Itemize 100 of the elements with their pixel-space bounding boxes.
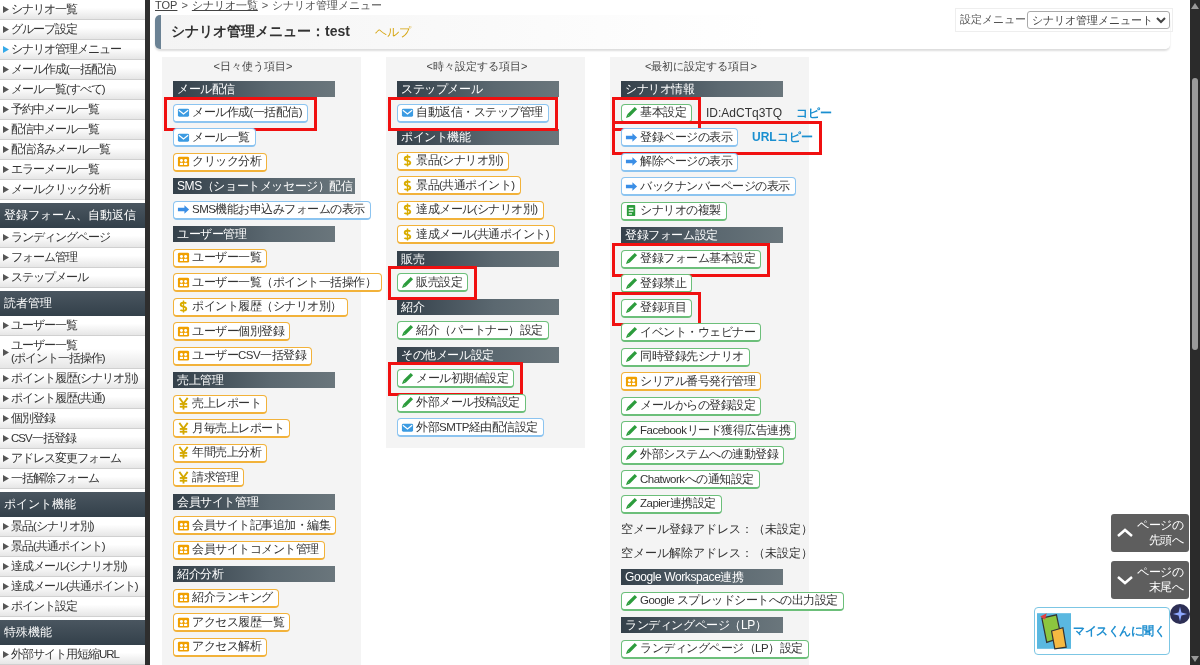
pencil-icon xyxy=(625,325,638,339)
scroll-up-icon[interactable] xyxy=(1191,3,1199,9)
menu-button[interactable]: Facebookリード獲得広告連携 xyxy=(621,421,796,440)
pencil-icon xyxy=(401,275,414,289)
menu-button[interactable]: Google スプレッドシートへの出力設定 xyxy=(621,591,844,611)
menu-button[interactable]: 年間売上分析 xyxy=(173,443,267,463)
sidebar-item[interactable]: 一括解除フォーム xyxy=(0,469,145,489)
menu-button[interactable]: 紹介（パートナー）設定 xyxy=(397,321,549,340)
sidebar-item[interactable]: 達成メール(共通ポイント) xyxy=(0,577,145,597)
sidebar-item[interactable]: ステップメール xyxy=(0,268,145,288)
menu-button[interactable]: 会員サイト記事追加・編集 xyxy=(173,516,336,535)
id-card-icon xyxy=(177,615,190,629)
sidebar-item[interactable]: 予約中メール一覧 xyxy=(0,100,145,120)
menu-button[interactable]: 売上レポート xyxy=(173,394,267,414)
menu-button[interactable]: ユーザーCSV一括登録 xyxy=(173,346,313,366)
menu-button[interactable]: 会員サイトコメント管理 xyxy=(173,540,325,560)
yen-icon xyxy=(177,446,190,459)
chat-button[interactable]: マイスくんに聞く xyxy=(1034,607,1170,655)
pencil-icon xyxy=(625,301,638,314)
menu-button[interactable]: メール初期値設定 xyxy=(397,369,514,388)
menu-button[interactable]: 自動返信・ステップ管理 xyxy=(397,103,549,123)
id-card-icon xyxy=(177,543,190,556)
sidebar-item[interactable]: ポイント履歴(シナリオ別) xyxy=(0,369,145,389)
id-card-icon xyxy=(177,251,190,264)
menu-button[interactable]: ユーザー一覧 xyxy=(173,248,267,268)
menu-button[interactable]: 達成メール(シナリオ別) xyxy=(397,200,544,220)
menu-button[interactable]: 登録項目 xyxy=(621,298,692,318)
breadcrumb-link[interactable]: シナリオ一覧 xyxy=(191,0,258,11)
sidebar-item[interactable]: 景品(共通ポイント) xyxy=(0,537,145,557)
sidebar-item[interactable]: ユーザー一覧 xyxy=(0,316,145,336)
sidebar-item[interactable]: CSV一括登録 xyxy=(0,429,145,449)
menu-button[interactable]: 景品(シナリオ別) xyxy=(397,151,510,171)
sidebar-item[interactable]: ポイント設定 xyxy=(0,597,145,617)
menu-button[interactable]: 達成メール(共通ポイント) xyxy=(397,225,556,244)
sidebar-item[interactable]: アドレス変更フォーム xyxy=(0,449,145,469)
sidebar-item[interactable]: ランディングページ xyxy=(0,228,145,248)
menu-button[interactable]: SMS機能お申込みフォームの表示 xyxy=(173,200,371,220)
menu-button[interactable]: メールからの登録設定 xyxy=(621,396,761,416)
menu-button[interactable]: 月毎売上レポート xyxy=(173,419,290,438)
sidebar-item[interactable]: フォーム管理 xyxy=(0,248,145,268)
sidebar-item[interactable]: グループ設定 xyxy=(0,20,145,40)
scrollbar[interactable] xyxy=(1190,0,1200,665)
menu-button[interactable]: 販売設定 xyxy=(397,273,468,292)
sidebar-item[interactable]: メール一覧(すべて) xyxy=(0,80,145,100)
sidebar-item[interactable]: メール作成(一括配信) xyxy=(0,60,145,80)
menu-button[interactable]: 外部メール投稿設定 xyxy=(397,393,526,413)
menu-button[interactable]: 外部SMTP経由配信設定 xyxy=(397,418,544,437)
id-card-icon xyxy=(625,374,638,388)
section-header: 売上管理 xyxy=(173,372,335,388)
sidebar-section-header: 特殊機能 xyxy=(0,620,145,645)
menu-button[interactable]: 登録ページの表示 xyxy=(621,128,738,147)
menu-button[interactable]: シナリオの複製 xyxy=(621,201,727,221)
menu-button[interactable]: アクセス解析 xyxy=(173,637,267,657)
sidebar-item[interactable]: エラーメール一覧 xyxy=(0,160,145,180)
menu-button[interactable]: 景品(共通ポイント) xyxy=(397,176,521,195)
page-top-button[interactable]: ページの 先頭へ xyxy=(1111,514,1189,552)
menu-button[interactable]: 紹介ランキング xyxy=(173,588,279,608)
menu-button[interactable]: クリック分析 xyxy=(173,152,267,172)
menu-button[interactable]: メール一覧 xyxy=(173,128,256,147)
menu-button[interactable]: アクセス履歴一覧 xyxy=(173,613,290,632)
section-header: 販売 xyxy=(397,250,559,267)
menu-button[interactable]: シリアル番号発行管理 xyxy=(621,372,761,391)
copy-link[interactable]: コピー xyxy=(796,104,833,122)
menu-button[interactable]: ランディングページ（LP）設定 xyxy=(621,639,809,659)
sidebar-item[interactable]: ポイント履歴(共通) xyxy=(0,389,145,409)
pencil-icon xyxy=(625,448,638,461)
dollar-icon xyxy=(401,154,414,167)
menu-button[interactable]: Zapier連携設定 xyxy=(621,494,722,514)
envelope-icon xyxy=(401,106,414,119)
breadcrumb-link[interactable]: TOP xyxy=(155,0,178,11)
menu-button[interactable]: ポイント履歴（シナリオ別） xyxy=(173,297,348,317)
breadcrumb-current: シナリオ管理メニュー xyxy=(272,0,383,11)
sidebar-item[interactable]: 個別登録 xyxy=(0,409,145,429)
sidebar-item[interactable]: 配信中メール一覧 xyxy=(0,120,145,140)
menu-button[interactable]: バックナンバーページの表示 xyxy=(621,177,796,196)
sidebar-item[interactable]: 達成メール(シナリオ別) xyxy=(0,557,145,577)
sidebar-section-header: ポイント機能 xyxy=(0,492,145,517)
menu-button[interactable]: Chatworkへの通知設定 xyxy=(621,470,760,489)
sidebar-item[interactable]: 外部サイト用短縮URL xyxy=(0,645,145,665)
settings-menu-select[interactable]: シナリオ管理メニュート xyxy=(1027,11,1170,29)
chevron-up-icon xyxy=(1117,528,1133,538)
sidebar-item[interactable]: 配信済みメール一覧 xyxy=(0,140,145,160)
sidebar-item[interactable]: 景品(シナリオ別) xyxy=(0,517,145,537)
menu-button[interactable]: ユーザー個別登録 xyxy=(173,322,290,341)
menu-button[interactable]: 請求管理 xyxy=(173,468,244,487)
menu-button[interactable]: メール作成(一括配信) xyxy=(173,103,309,123)
scenario-id: ID:AdCTq3TQ xyxy=(706,106,783,120)
section-header: その他メール設定 xyxy=(397,346,559,363)
scroll-down-icon[interactable] xyxy=(1191,656,1199,662)
menu-button[interactable]: 登録フォーム基本設定 xyxy=(621,249,761,269)
sidebar-item[interactable]: メールクリック分析 xyxy=(0,180,145,200)
sidebar-item[interactable]: ユーザー一覧 (ポイント一括操作) xyxy=(0,336,145,369)
yen-icon xyxy=(177,397,190,410)
menu-button[interactable]: ユーザー一覧（ポイント一括操作） xyxy=(173,273,382,292)
sidebar-item[interactable]: シナリオ一覧 xyxy=(0,0,145,20)
menu-button[interactable]: 同時登録先シナリオ xyxy=(621,347,750,367)
menu-button[interactable]: イベント・ウェビナー xyxy=(621,323,761,342)
menu-button[interactable]: 外部システムへの連動登録 xyxy=(621,445,784,465)
page-bottom-button[interactable]: ページの 末尾へ xyxy=(1111,561,1189,599)
sidebar-item[interactable]: シナリオ管理メニュー xyxy=(0,40,145,60)
